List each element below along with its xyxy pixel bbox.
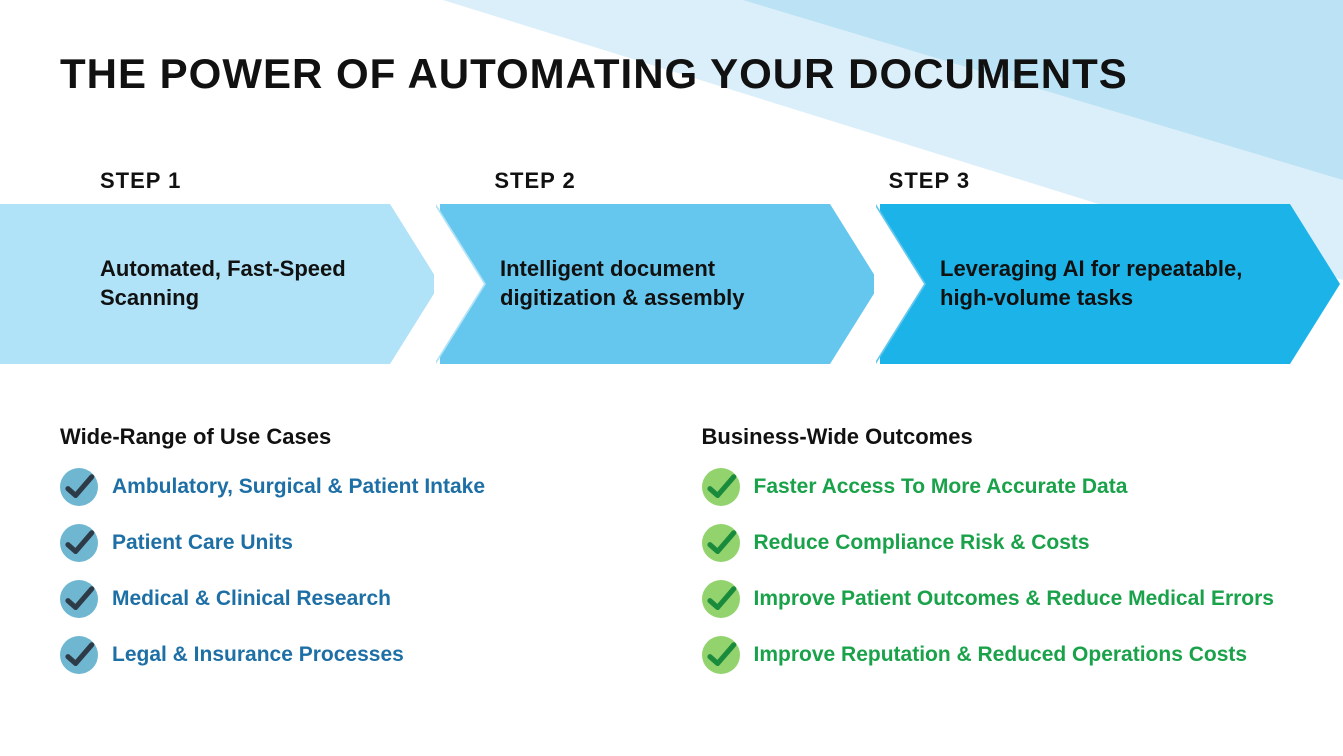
step-label-1: STEP 1: [100, 168, 494, 194]
outcome-text: Improve Reputation & Reduced Operations …: [754, 643, 1248, 667]
outcomes-title: Business-Wide Outcomes: [702, 424, 1284, 450]
chevron-notch-cut-icon: [434, 204, 484, 364]
check-icon: [702, 524, 740, 562]
check-icon: [60, 636, 98, 674]
use-case-text: Medical & Clinical Research: [112, 587, 391, 611]
check-icon: [702, 580, 740, 618]
list-item: Ambulatory, Surgical & Patient Intake: [60, 468, 642, 506]
chevron-tip-icon: [1290, 204, 1340, 364]
step-labels-row: STEP 1 STEP 2 STEP 3: [60, 168, 1283, 194]
list-item: Improve Reputation & Reduced Operations …: [702, 636, 1284, 674]
chevron-tip-icon: [390, 204, 440, 364]
step-chevron-3: Leveraging AI for repeatable, high-volum…: [880, 204, 1340, 364]
use-cases-title: Wide-Range of Use Cases: [60, 424, 642, 450]
check-icon: [60, 524, 98, 562]
use-cases-column: Wide-Range of Use Cases Ambulatory, Surg…: [60, 424, 642, 692]
check-icon: [60, 468, 98, 506]
page-title: THE POWER OF AUTOMATING YOUR DOCUMENTS: [60, 50, 1283, 98]
step-chevron-1: Automated, Fast-Speed Scanning: [0, 204, 440, 364]
step-text-3: Leveraging AI for repeatable, high-volum…: [940, 255, 1260, 312]
check-icon: [60, 580, 98, 618]
use-case-text: Ambulatory, Surgical & Patient Intake: [112, 475, 485, 499]
list-item: Legal & Insurance Processes: [60, 636, 642, 674]
list-item: Patient Care Units: [60, 524, 642, 562]
list-item: Faster Access To More Accurate Data: [702, 468, 1284, 506]
list-item: Medical & Clinical Research: [60, 580, 642, 618]
outcome-text: Reduce Compliance Risk & Costs: [754, 531, 1090, 555]
step-label-3: STEP 3: [889, 168, 1283, 194]
use-case-text: Legal & Insurance Processes: [112, 643, 404, 667]
step-text-1: Automated, Fast-Speed Scanning: [100, 255, 360, 312]
slide-root: THE POWER OF AUTOMATING YOUR DOCUMENTS S…: [0, 0, 1343, 756]
columns: Wide-Range of Use Cases Ambulatory, Surg…: [60, 424, 1283, 692]
chevron-notch-cut-icon: [874, 204, 924, 364]
outcomes-column: Business-Wide Outcomes Faster Access To …: [702, 424, 1284, 692]
outcome-text: Improve Patient Outcomes & Reduce Medica…: [754, 587, 1275, 611]
use-case-text: Patient Care Units: [112, 531, 293, 555]
step-text-2: Intelligent document digitization & asse…: [500, 255, 800, 312]
list-item: Reduce Compliance Risk & Costs: [702, 524, 1284, 562]
outcome-text: Faster Access To More Accurate Data: [754, 475, 1128, 499]
check-icon: [702, 468, 740, 506]
process-arrows: Automated, Fast-Speed Scanning Intellige…: [0, 204, 1343, 364]
chevron-tip-icon: [830, 204, 880, 364]
step-chevron-2: Intelligent document digitization & asse…: [440, 204, 880, 364]
list-item: Improve Patient Outcomes & Reduce Medica…: [702, 580, 1284, 618]
check-icon: [702, 636, 740, 674]
step-label-2: STEP 2: [494, 168, 888, 194]
